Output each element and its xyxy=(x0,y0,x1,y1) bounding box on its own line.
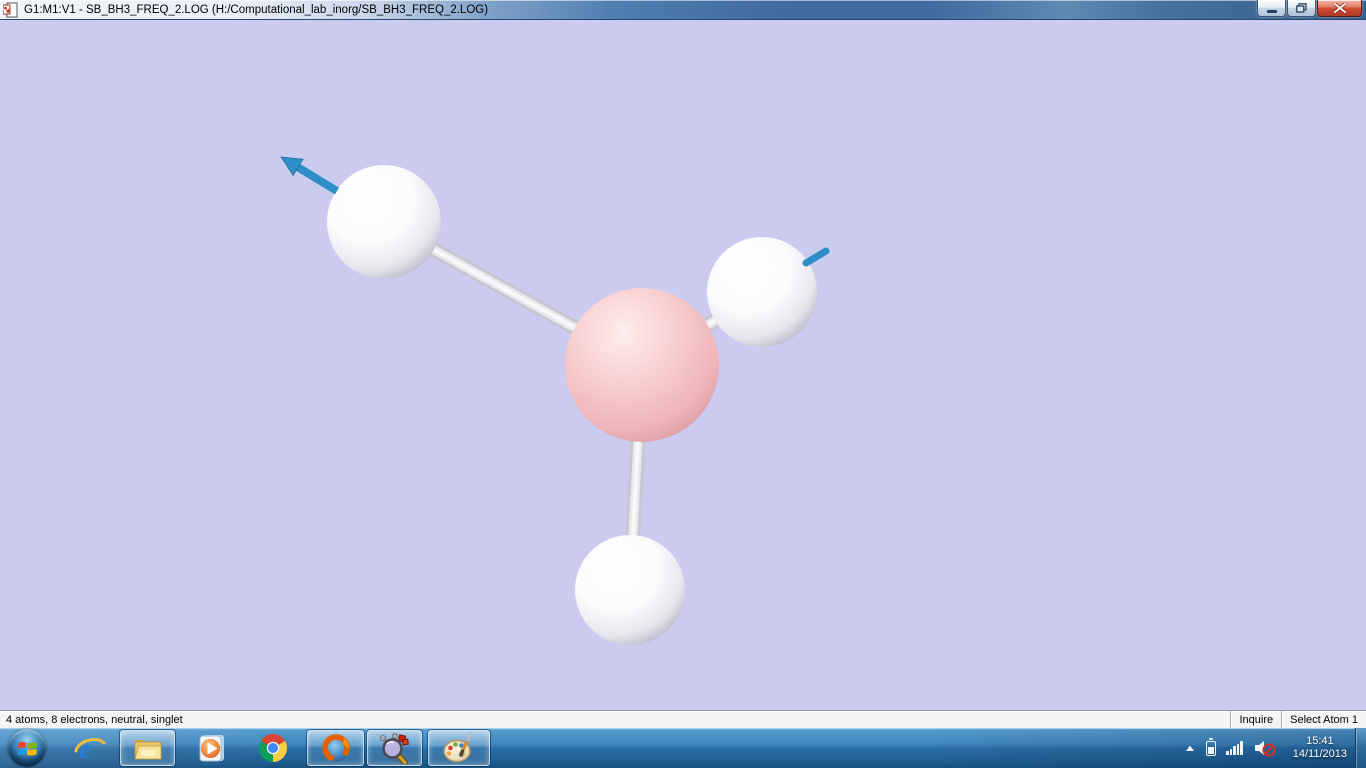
taskbar-item-firefox[interactable] xyxy=(307,730,364,766)
paint-icon xyxy=(443,732,473,763)
atom-H[interactable] xyxy=(575,535,685,645)
system-tray: 15:41 14/11/2013 xyxy=(1179,728,1366,768)
atom-B[interactable] xyxy=(565,288,719,442)
close-button[interactable] xyxy=(1317,0,1362,17)
media-player-icon xyxy=(199,735,224,762)
taskbar-item-windows-media-player[interactable] xyxy=(194,730,228,766)
desktop-screen: G1:M1:V1 - SB_BH3_FREQ_2.LOG (H:/Computa… xyxy=(0,0,1366,768)
taskbar: e 15:41 14/11/2013 xyxy=(0,728,1366,768)
restore-button[interactable] xyxy=(1287,0,1316,17)
restore-icon xyxy=(1296,3,1307,13)
taskbar-item-internet-explorer[interactable]: e xyxy=(73,730,107,766)
displacement-vector-shaft xyxy=(293,162,340,195)
molecule-summary: 4 atoms, 8 electrons, neutral, singlet xyxy=(6,713,183,726)
gaussview-document-icon xyxy=(2,2,19,18)
atom-H[interactable] xyxy=(707,237,817,347)
taskbar-item-gaussview[interactable] xyxy=(367,730,422,766)
clock-time: 15:41 xyxy=(1306,735,1334,747)
minimize-button[interactable] xyxy=(1257,0,1286,17)
taskbar-clock[interactable]: 15:41 14/11/2013 xyxy=(1293,735,1347,761)
taskbar-item-google-chrome[interactable] xyxy=(256,730,290,766)
window-title: G1:M1:V1 - SB_BH3_FREQ_2.LOG (H:/Computa… xyxy=(24,3,489,16)
chrome-icon xyxy=(259,734,287,762)
expand-hidden-icons-button[interactable] xyxy=(1184,744,1196,752)
taskbar-item-windows-explorer[interactable] xyxy=(120,730,175,766)
windows-flag-icon xyxy=(17,741,37,756)
window-controls xyxy=(1256,0,1362,17)
atom-H[interactable] xyxy=(327,165,441,279)
folder-icon xyxy=(133,740,161,760)
internet-explorer-icon: e xyxy=(74,734,106,764)
molecule-canvas[interactable] xyxy=(0,20,1366,710)
status-bar: 4 atoms, 8 electrons, neutral, singlet I… xyxy=(0,710,1366,728)
start-button[interactable] xyxy=(8,729,46,767)
close-icon xyxy=(1333,3,1346,13)
gaussview-icon xyxy=(379,733,409,764)
molecule-viewport[interactable] xyxy=(0,20,1366,710)
title-bar[interactable]: G1:M1:V1 - SB_BH3_FREQ_2.LOG (H:/Computa… xyxy=(0,0,1366,20)
network-signal-icon[interactable] xyxy=(1226,741,1244,755)
minimize-icon xyxy=(1266,9,1277,13)
volume-muted-icon[interactable] xyxy=(1254,739,1276,757)
firefox-icon xyxy=(321,734,350,762)
show-desktop-button[interactable] xyxy=(1355,728,1366,768)
taskbar-item-paint[interactable] xyxy=(428,730,490,766)
chevron-up-icon xyxy=(1186,745,1195,751)
clock-date: 14/11/2013 xyxy=(1292,748,1347,760)
battery-icon[interactable] xyxy=(1206,737,1217,756)
displacement-vector-stub xyxy=(802,247,830,267)
speaker-mute-icon xyxy=(1254,741,1276,757)
selection-indicator: Select Atom 1 xyxy=(1281,711,1366,728)
mouse-mode-indicator: Inquire xyxy=(1230,711,1281,728)
